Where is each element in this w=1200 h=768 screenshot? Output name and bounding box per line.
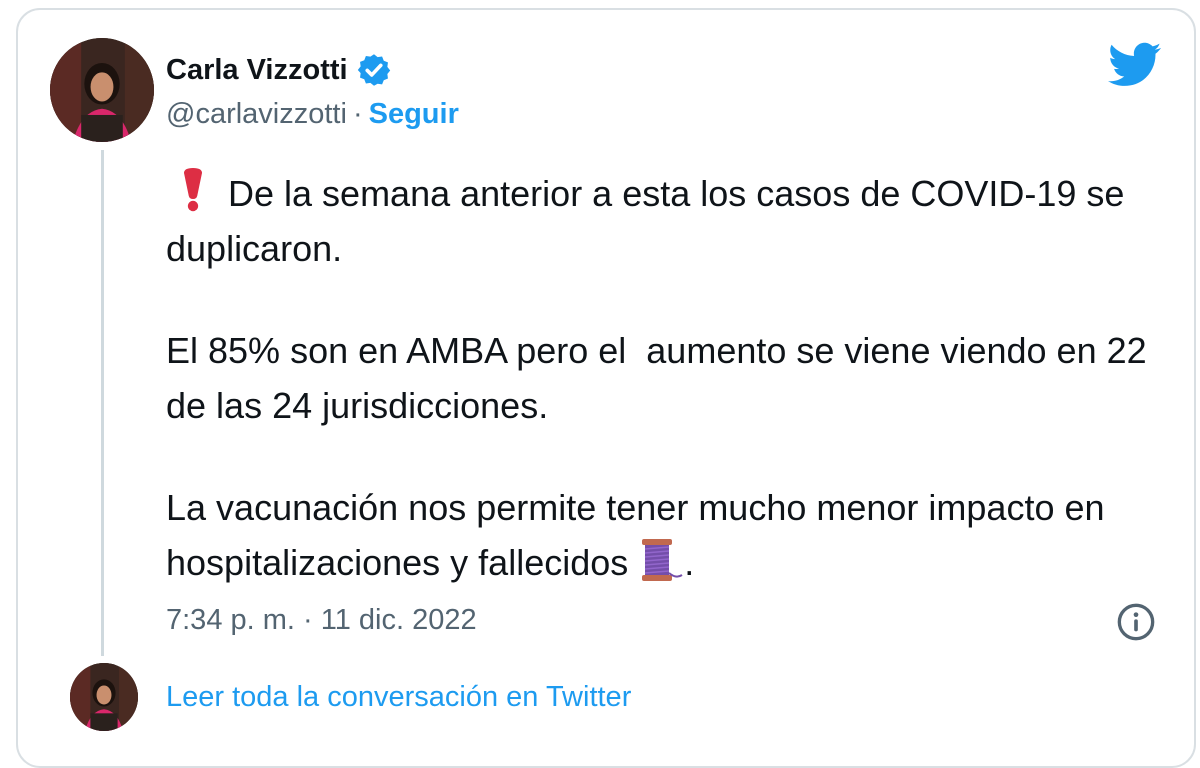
tweet-timestamp[interactable]: 7:34 p. m. · 11 dic. 2022: [166, 604, 477, 637]
thread-connector-line: [101, 150, 104, 656]
red-exclamation-icon: [180, 166, 206, 212]
tweet-text: De la semana anterior a esta los casos d…: [166, 166, 1166, 590]
author-avatar-image: [50, 38, 154, 142]
author-name-row: Carla Vizzotti: [166, 50, 392, 90]
handle-separator: ·: [352, 97, 363, 130]
tweet-trailing-period: .: [684, 542, 695, 583]
author-handle-row: @carlavizzotti · Seguir: [166, 94, 459, 134]
tweet-paragraph-2-text: El 85% son en AMBA pero el aumento se vi…: [166, 330, 1157, 426]
read-conversation-link[interactable]: Leer toda la conversación en Twitter: [166, 681, 631, 714]
twitter-bird-icon[interactable]: [1108, 42, 1162, 88]
author-avatar[interactable]: [50, 38, 154, 142]
follow-link[interactable]: Seguir: [369, 98, 459, 131]
tweet-paragraph-1-text: De la semana anterior a esta los casos d…: [166, 173, 1135, 269]
conversation-avatar-image: [70, 663, 138, 731]
author-handle[interactable]: @carlavizzotti: [166, 98, 347, 131]
tweet-paragraph-2: El 85% son en AMBA pero el aumento se vi…: [166, 323, 1166, 433]
info-icon[interactable]: [1116, 602, 1156, 642]
conversation-avatar[interactable]: [70, 663, 138, 731]
tweet-paragraph-3: La vacunación nos permite tener mucho me…: [166, 480, 1166, 590]
verified-badge-icon: [356, 52, 392, 88]
spool-of-thread-icon: [634, 535, 684, 585]
tweet-paragraph-1: De la semana anterior a esta los casos d…: [166, 166, 1166, 276]
author-display-name[interactable]: Carla Vizzotti: [166, 54, 348, 87]
